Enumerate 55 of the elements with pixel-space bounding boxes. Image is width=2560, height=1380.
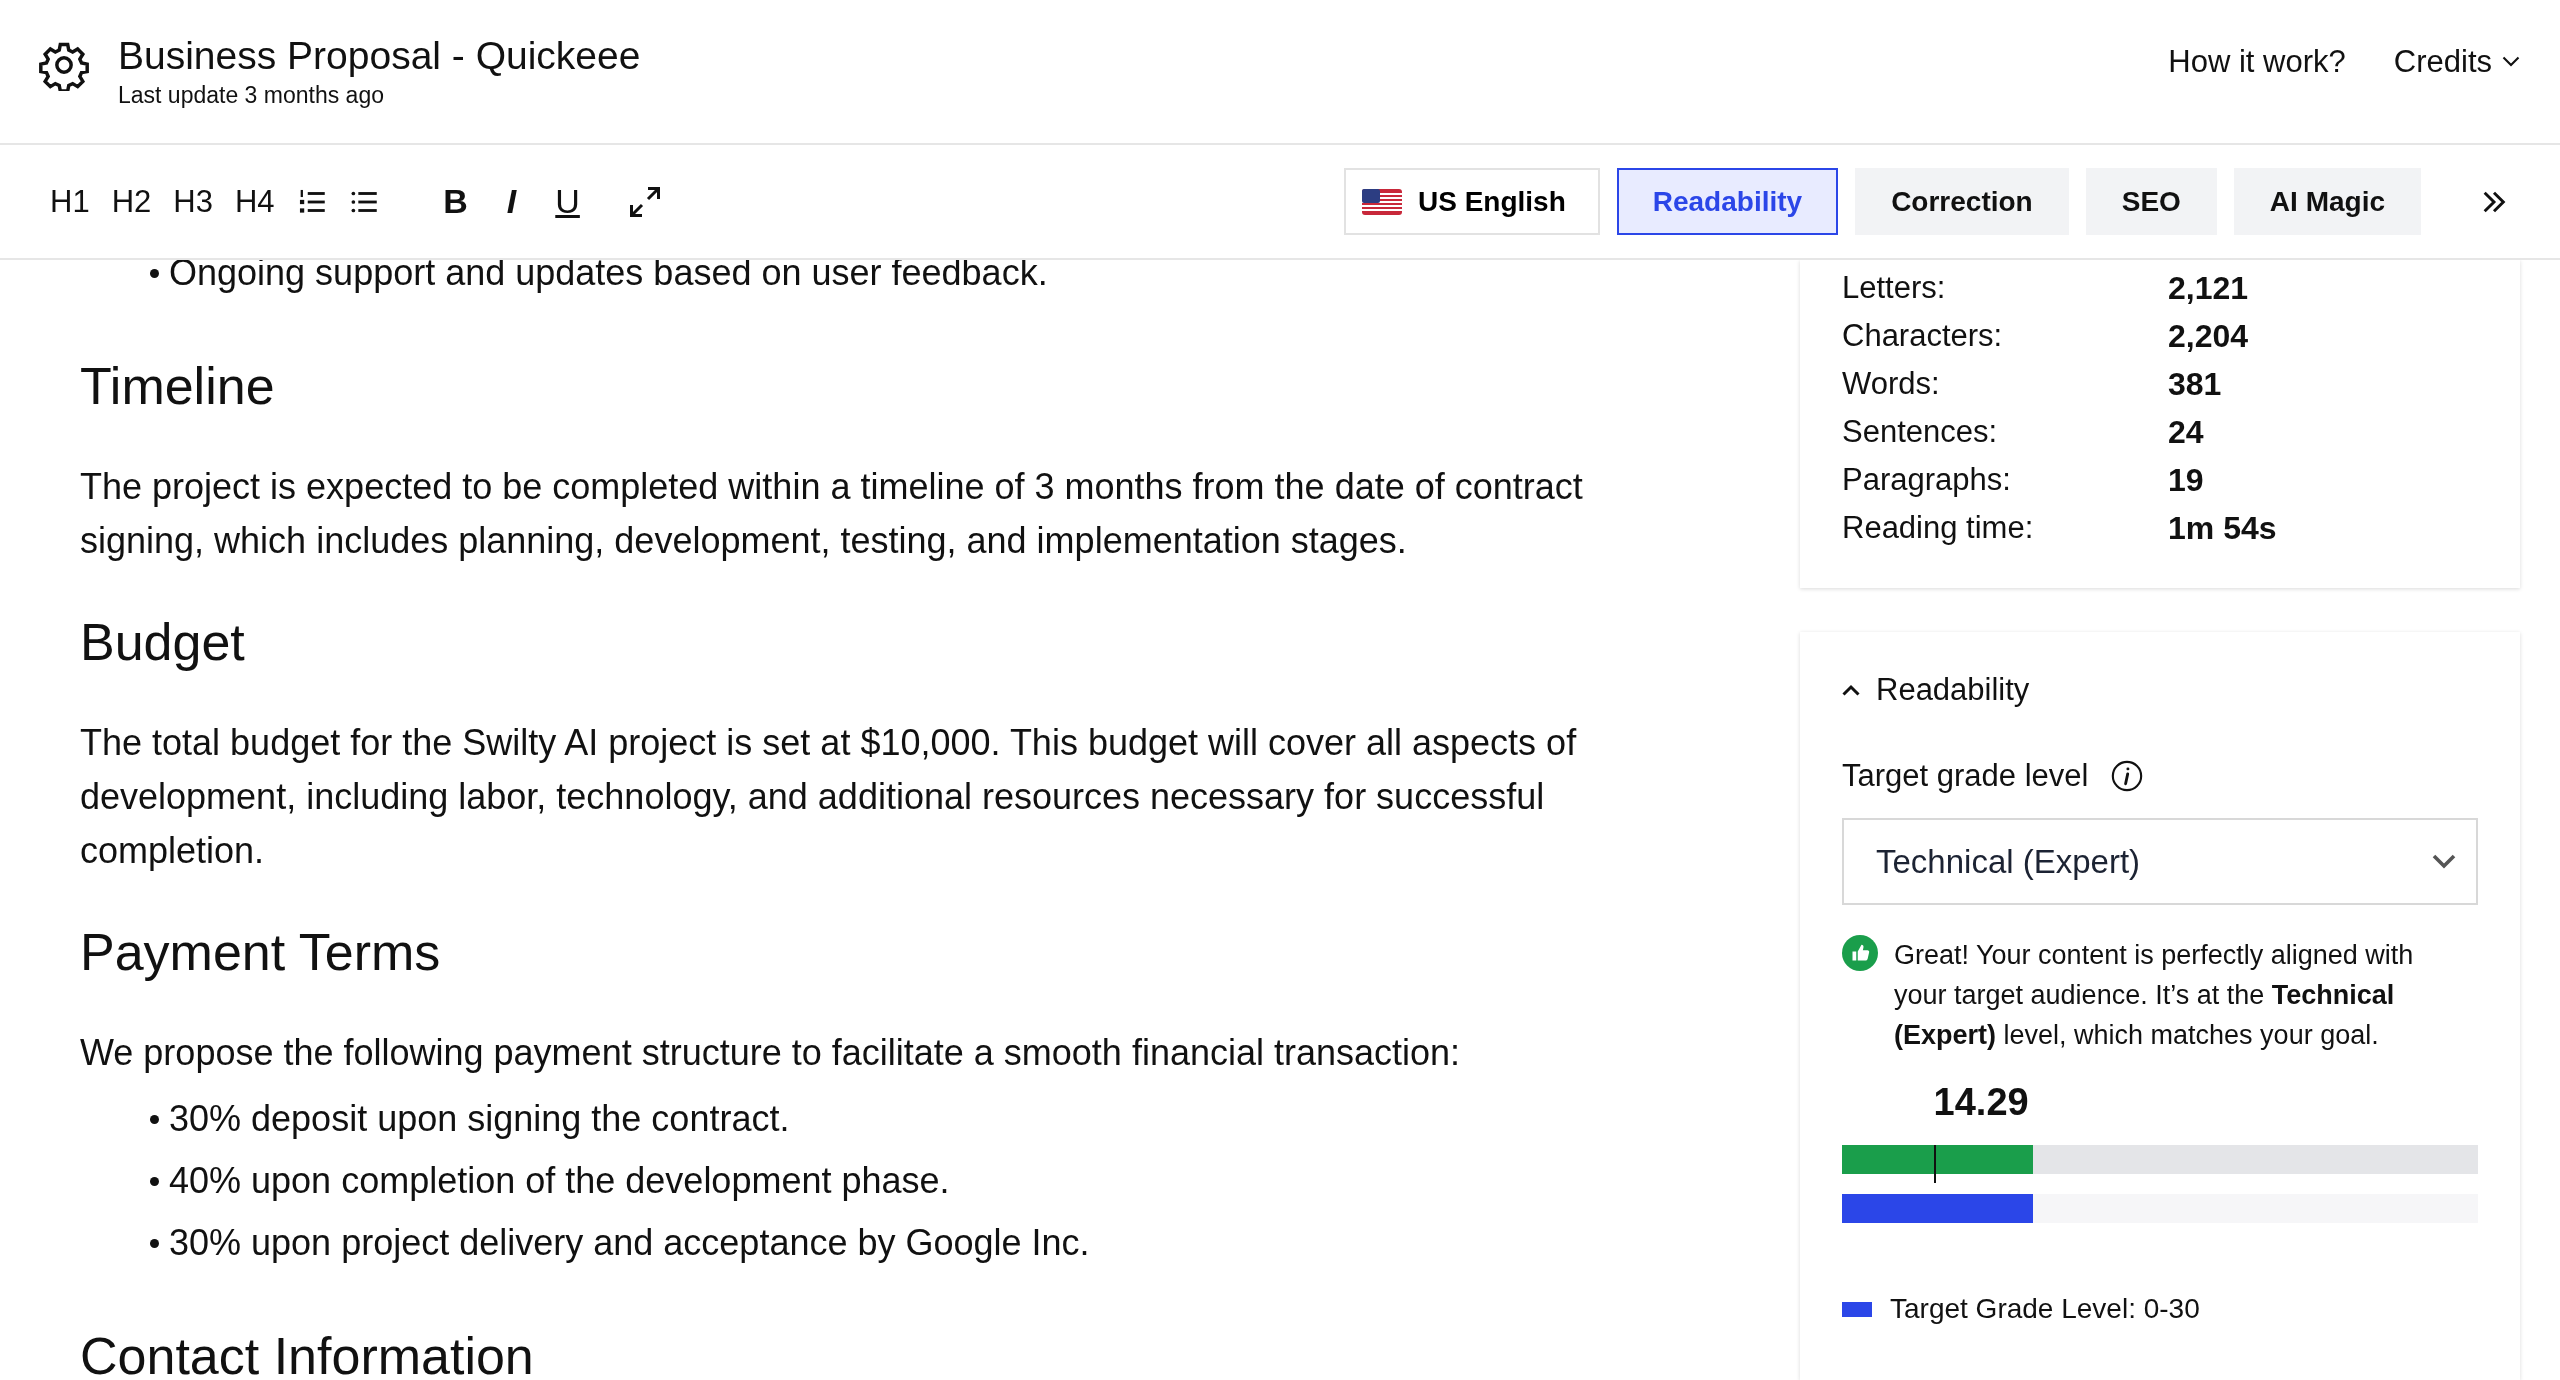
stat-value: 2,204 (2168, 317, 2249, 355)
stat-label: Reading time: (1842, 510, 2035, 546)
heading-button[interactable]: H2 (109, 183, 154, 220)
bullet-dot (150, 1176, 159, 1186)
paragraph: We propose the following payment structure to facilitate a smooth financial transaction: (80, 1031, 1462, 1075)
section-heading: Timeline (80, 356, 276, 416)
last-update-text: Last update 3 months ago (118, 82, 385, 109)
stat-label: Words: (1842, 366, 1941, 402)
help-link[interactable]: How it work? (2168, 43, 2346, 80)
list-item: 40% upon completion of the development phase. (169, 1159, 950, 1203)
heading-button[interactable]: H3 (171, 183, 215, 220)
heading-button[interactable]: H4 (232, 183, 277, 220)
grade-select[interactable]: Technical (Expert) (1842, 818, 2478, 905)
stat-label: Sentences: (1842, 414, 1999, 450)
bullet-dot (150, 1238, 159, 1248)
chevron-down-icon (2432, 853, 2456, 870)
credits-dropdown[interactable]: Credits (2393, 43, 2520, 80)
chevron-up-icon (1842, 684, 1860, 696)
paragraph: The project is expected to be completed within a timeline of 3 months from the date of contract signing, which includes planning, development, testing, and implementation stages. (80, 465, 1584, 563)
bold-button[interactable]: B (436, 182, 475, 221)
legend-label: Target Grade Level: 0-30 (1890, 1293, 2200, 1325)
italic-button[interactable]: I (492, 182, 531, 221)
thumbs-up-icon (1842, 935, 1878, 971)
panel-tab[interactable]: SEO (2085, 168, 2217, 235)
panel-tab[interactable]: Readability (1616, 168, 1839, 235)
bullet-dot (150, 268, 159, 278)
stat-value: 1m 54s (2168, 509, 2277, 547)
language-button[interactable]: US English (1343, 168, 1600, 235)
legend-swatch (1842, 1301, 1872, 1317)
section-heading: Contact Information (80, 1326, 535, 1380)
paragraph: The total budget for the Swilty AI project is set at $10,000. This budget will cover all aspects of development, including labor, technology, and additional resources necessary for successful completion. (80, 721, 1578, 873)
flag-icon (1361, 188, 1402, 215)
target-grade-label: Target grade level (1842, 758, 2089, 794)
list-item: 30% deposit upon signing the contract. (169, 1097, 790, 1141)
info-icon[interactable] (2110, 759, 2145, 793)
readability-message: Great! Your content is perfectly aligned with your target audience. It’s at the Technical (Expert) level, which matches your goal. (1894, 939, 2415, 1052)
section-heading: Payment Terms (80, 922, 442, 982)
stat-label: Characters: (1842, 318, 2004, 354)
section-heading: Budget (80, 612, 246, 672)
stat-value: 381 (2168, 365, 2222, 403)
panel-tab[interactable]: AI Magic (2233, 168, 2421, 235)
document-title: Business Proposal - Quickeee (118, 34, 641, 78)
readability-toggle[interactable]: Readability (1842, 672, 2030, 708)
underline-button[interactable]: U (548, 182, 587, 221)
chevron-down-icon (2502, 55, 2520, 68)
score-value: 14.29 (1933, 1081, 2029, 1124)
heading-button[interactable]: H1 (48, 183, 92, 220)
panel-tab[interactable]: Correction (1855, 168, 2069, 235)
stat-label: Letters: (1842, 270, 1947, 306)
bullet-dot (150, 1114, 159, 1124)
stat-label: Paragraphs: (1842, 462, 2012, 498)
list-item: 30% upon project delivery and acceptance by Google Inc. (169, 1221, 1090, 1265)
stat-value: 24 (2168, 413, 2204, 451)
stat-value: 2,121 (2168, 269, 2249, 307)
stat-value: 19 (2168, 461, 2204, 499)
